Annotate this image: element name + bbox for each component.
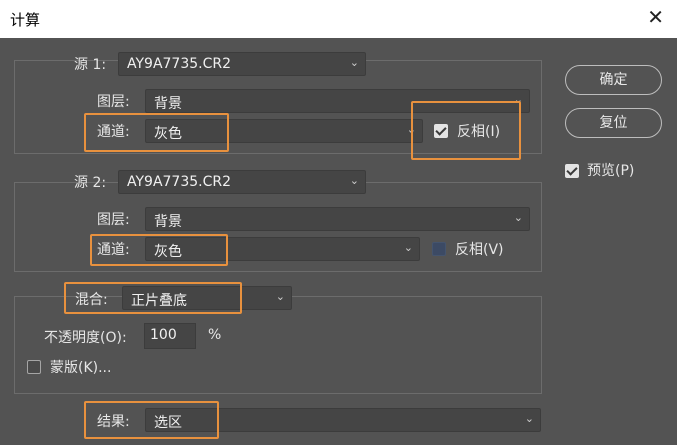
chevron-down-icon: ⌄ [349,174,359,187]
opacity-label: 不透明度(O): [44,330,127,346]
source1-file-value: AY9A7735.CR2 [127,56,232,72]
opacity-input[interactable]: 100 [144,323,196,349]
highlight-result [84,401,219,439]
source2-file-select[interactable]: AY9A7735.CR2 ⌄ [118,170,366,194]
mask-checkbox[interactable] [27,360,41,374]
source1-label: 源 1: [74,57,107,73]
highlight-source2-channel [90,234,228,266]
source2-invert-label[interactable]: 反相(V) [455,239,504,259]
source2-label: 源 2: [74,175,107,191]
chevron-down-icon: ⌄ [349,56,359,69]
mask-label[interactable]: 蒙版(K)... [50,357,111,377]
preview-label[interactable]: 预览(P) [587,160,634,180]
source1-file-select[interactable]: AY9A7735.CR2 ⌄ [118,52,366,76]
highlight-source1-invert [411,101,521,160]
source2-layer-select[interactable]: 背景 ⌄ [145,207,530,231]
highlight-source1-channel [84,113,229,152]
highlight-blending-mode [64,282,242,314]
chevron-down-icon: ⌄ [403,241,413,254]
source1-layer-value: 背景 [154,96,182,112]
chevron-down-icon: ⌄ [524,412,534,425]
close-icon[interactable]: ✕ [647,5,664,29]
source2-layer-value: 背景 [154,214,182,230]
chevron-down-icon: ⌄ [275,290,285,303]
source2-invert-checkbox[interactable] [432,242,446,256]
chevron-down-icon: ⌄ [513,211,523,224]
ok-button[interactable]: 确定 [565,65,662,95]
window-title: 计算 [10,11,41,29]
title-bar: 计算 ✕ [0,0,677,38]
preview-checkbox[interactable] [565,164,579,178]
reset-button[interactable]: 复位 [565,108,662,138]
opacity-unit: % [208,327,222,343]
source1-layer-label: 图层: [97,94,130,110]
opacity-value: 100 [150,327,177,343]
source2-layer-label: 图层: [97,212,130,228]
source2-file-value: AY9A7735.CR2 [127,174,232,190]
